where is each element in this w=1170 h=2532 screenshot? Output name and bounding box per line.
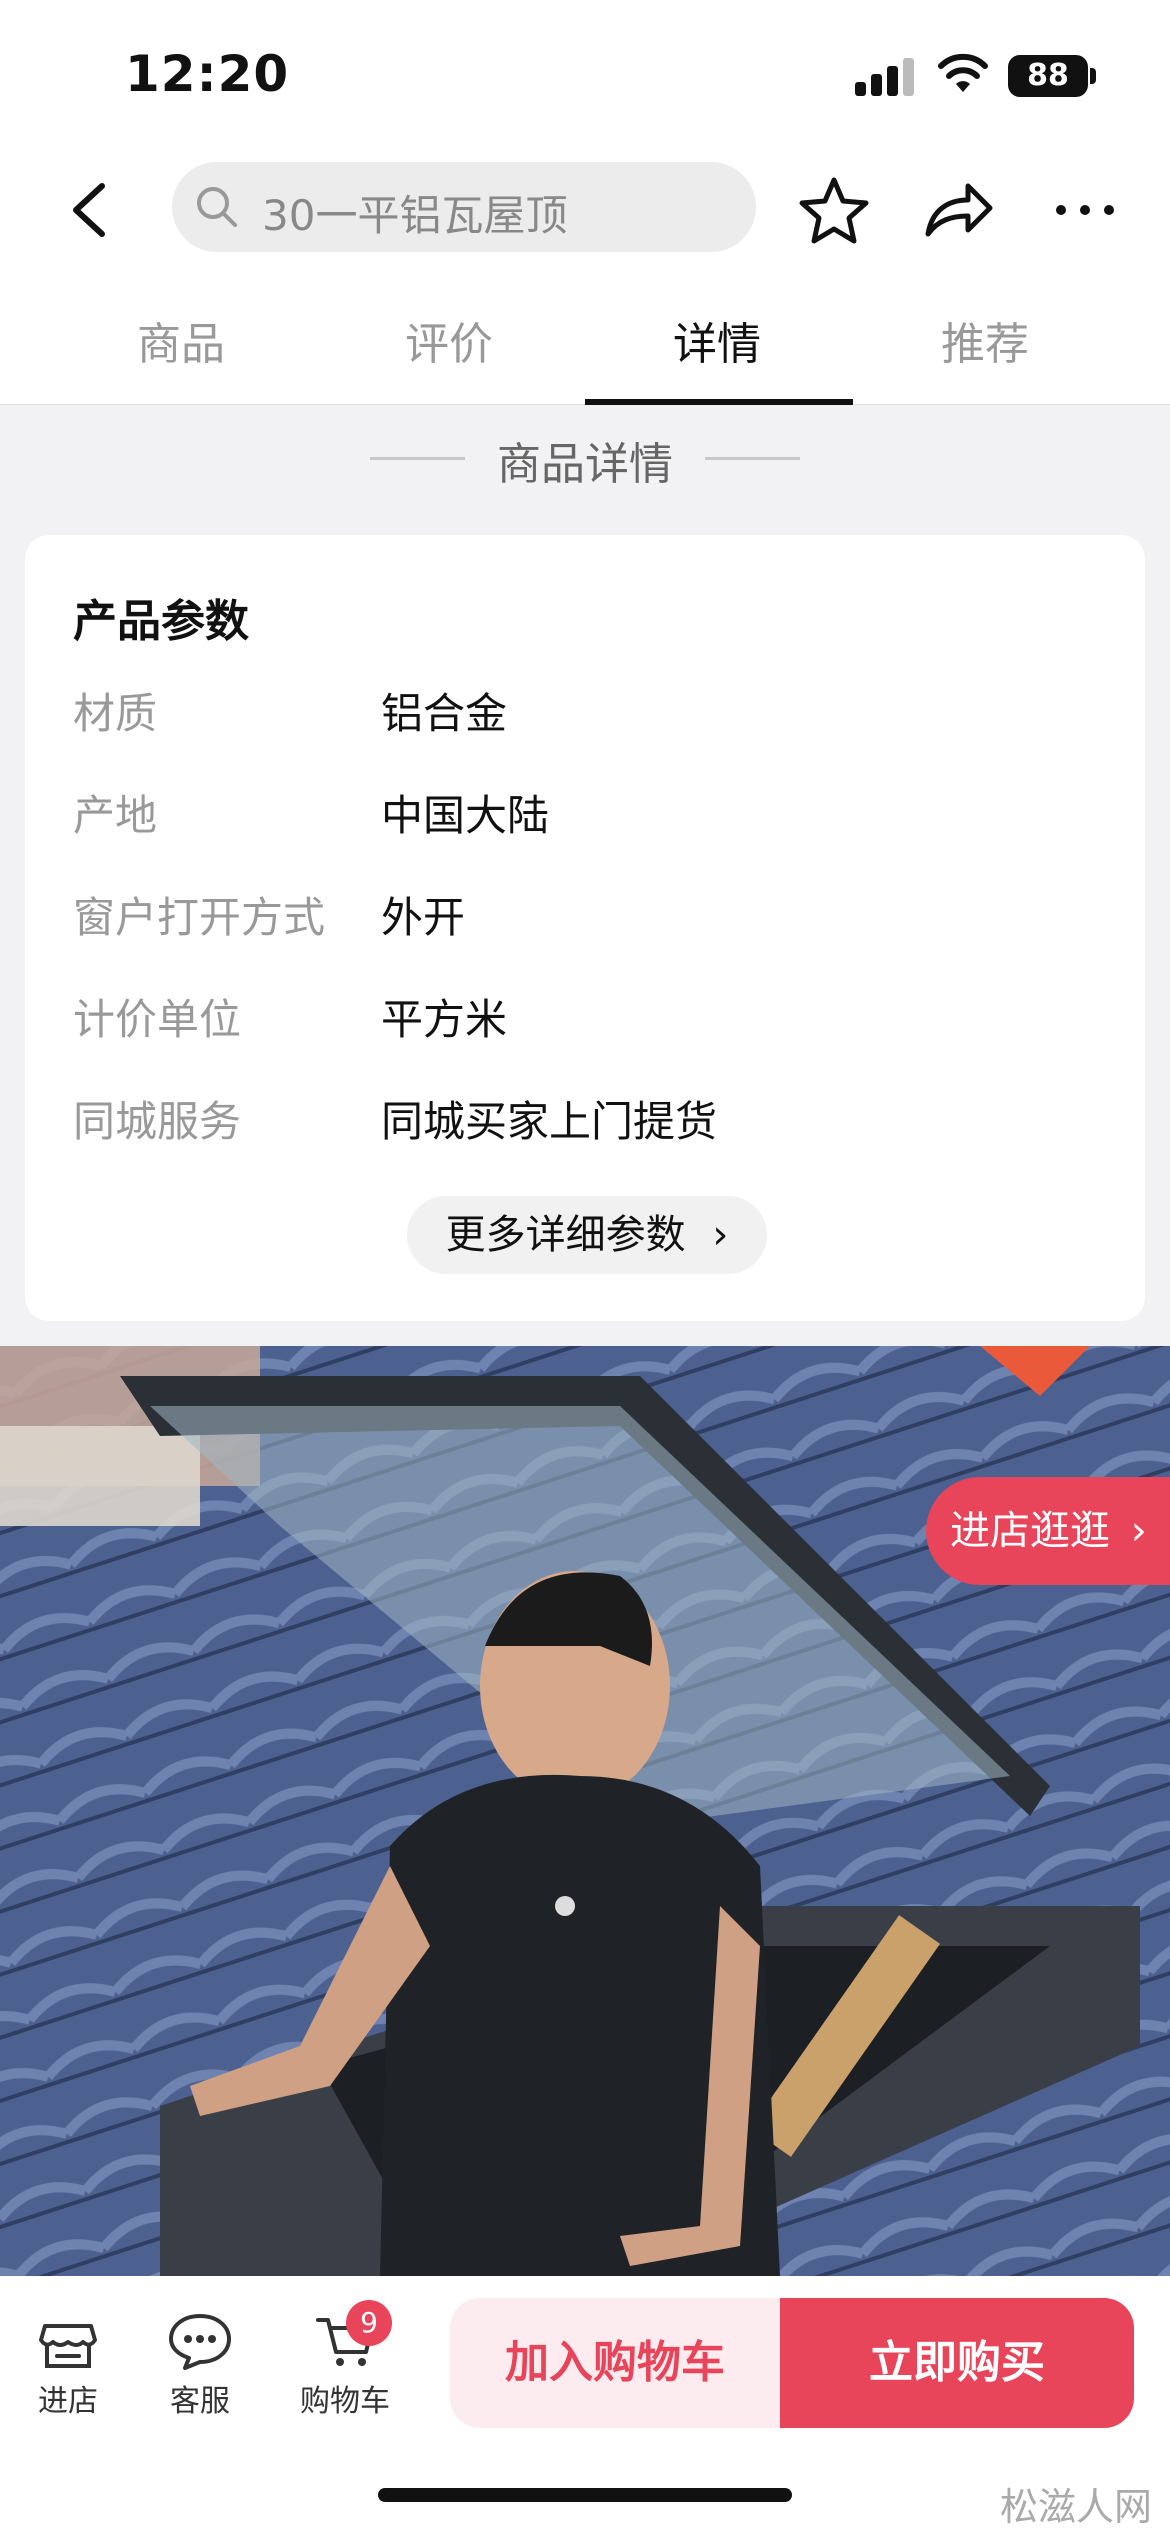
param-key: 产地: [73, 791, 158, 840]
param-row: 计价单位 平方米: [73, 986, 1093, 1056]
params-card: 产品参数 材质 铝合金 产地 中国大陆 窗户打开方式 外开 计价单位 平方米 同…: [25, 535, 1145, 1321]
param-key: 同城服务: [73, 1097, 242, 1146]
search-icon: [197, 187, 237, 227]
cart-count-badge: 9: [346, 2300, 392, 2346]
watermark: 松滋人网: [1000, 2485, 1153, 2529]
battery-icon: 88: [1008, 55, 1088, 97]
more-params-label: 更多详细参数: [445, 1212, 686, 1258]
star-icon[interactable]: [794, 170, 874, 250]
wifi-icon: [938, 53, 988, 92]
chevron-right-icon: ›: [712, 1212, 729, 1258]
param-key: 窗户打开方式: [73, 893, 326, 942]
buy-now-button[interactable]: 立即购买: [780, 2298, 1134, 2428]
param-row: 产地 中国大陆: [73, 782, 1093, 852]
tab-underline: [585, 399, 853, 405]
store-label: 进店: [38, 2384, 98, 2419]
param-key: 计价单位: [73, 995, 242, 1044]
param-value: 中国大陆: [381, 791, 550, 840]
chat-icon: [169, 2314, 231, 2370]
tab-recommend[interactable]: 推荐: [851, 308, 1119, 372]
more-params-button[interactable]: 更多详细参数 ›: [407, 1196, 767, 1274]
status-bar: 12:20 88: [0, 0, 1170, 150]
params-title: 产品参数: [73, 596, 249, 647]
service-label: 客服: [170, 2384, 230, 2419]
battery-tip: [1090, 68, 1096, 84]
chevron-right-icon: ›: [1130, 1508, 1147, 1554]
more-icon[interactable]: [1045, 170, 1125, 250]
search-input[interactable]: 30一平铝瓦屋顶: [172, 162, 756, 252]
share-icon[interactable]: [918, 170, 998, 250]
param-row: 材质 铝合金: [73, 680, 1093, 750]
cart-label: 购物车: [300, 2384, 390, 2419]
tab-bar: 商品 评价 详情 推荐: [0, 270, 1170, 405]
section-title: 商品详情: [497, 439, 673, 490]
nav-bar: 30一平铝瓦屋顶: [0, 150, 1170, 270]
tab-product[interactable]: 商品: [47, 308, 315, 372]
param-row: 窗户打开方式 外开: [73, 884, 1093, 954]
service-tab[interactable]: 客服: [140, 2312, 260, 2420]
param-value: 外开: [381, 893, 466, 942]
param-key: 材质: [73, 689, 158, 738]
param-row: 同城服务 同城买家上门提货: [73, 1088, 1093, 1158]
param-value: 平方米: [381, 995, 508, 1044]
visit-store-button[interactable]: 进店逛逛 ›: [926, 1477, 1170, 1585]
param-value: 同城买家上门提货: [381, 1097, 718, 1146]
add-to-cart-button[interactable]: 加入购物车: [450, 2298, 780, 2428]
back-icon[interactable]: [60, 178, 130, 242]
visit-store-label: 进店逛逛: [950, 1508, 1110, 1554]
status-time: 12:20: [125, 45, 290, 103]
home-indicator[interactable]: [378, 2488, 792, 2502]
param-value: 铝合金: [381, 689, 508, 738]
store-tab[interactable]: 进店: [8, 2312, 128, 2420]
store-icon: [39, 2324, 97, 2368]
signal-icon: [855, 58, 915, 96]
tab-details[interactable]: 详情: [583, 308, 851, 372]
search-text: 30一平铝瓦屋顶: [262, 191, 568, 240]
divider-right: [705, 457, 800, 460]
tab-reviews[interactable]: 评价: [315, 308, 583, 372]
